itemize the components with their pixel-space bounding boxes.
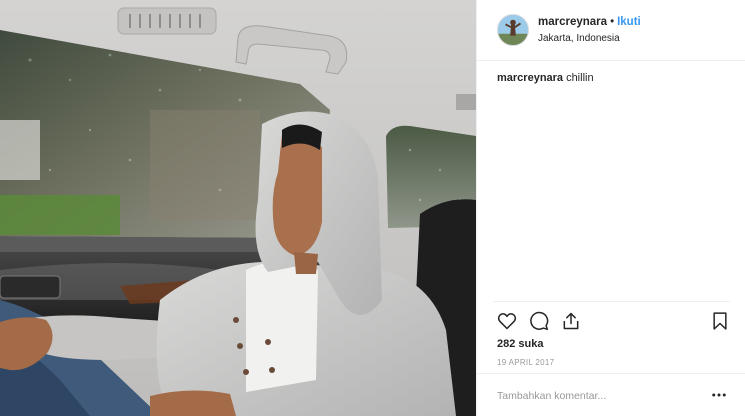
avatar[interactable] — [497, 14, 529, 46]
post-side-panel: marcreynara • Ikuti Jakarta, Indonesia mar… — [476, 0, 745, 416]
caption: marcreynara chillin — [497, 72, 594, 84]
likes-count[interactable]: 282 suka — [497, 338, 543, 350]
post-photo[interactable] — [0, 0, 476, 416]
follow-button[interactable]: Ikuti — [617, 16, 641, 28]
actions-divider — [493, 301, 730, 302]
post-header: marcreynara • Ikuti Jakarta, Indonesia — [477, 0, 745, 61]
caption-username-link[interactable]: marcreynara — [497, 72, 563, 84]
location-link[interactable]: Jakarta, Indonesia — [538, 33, 620, 44]
share-icon[interactable] — [561, 311, 581, 331]
heart-icon[interactable] — [497, 311, 517, 331]
comment-bar — [477, 373, 745, 416]
bookmark-icon[interactable] — [710, 311, 730, 331]
more-options-icon[interactable] — [710, 386, 728, 404]
post-date: 19 APRIL 2017 — [497, 358, 555, 367]
header-user-line: marcreynara • Ikuti — [538, 16, 641, 28]
comment-input[interactable] — [497, 388, 697, 404]
separator-dot: • — [610, 16, 615, 28]
username-link[interactable]: marcreynara — [538, 16, 607, 28]
caption-text: chillin — [566, 72, 594, 84]
comment-bubble-icon[interactable] — [529, 311, 549, 331]
